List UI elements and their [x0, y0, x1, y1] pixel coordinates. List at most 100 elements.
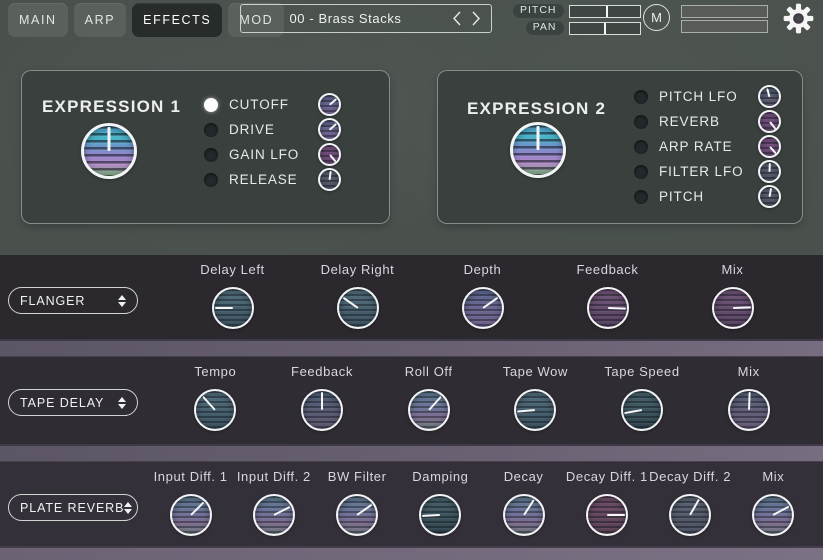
- effects-section: FLANGERDelay LeftDelay RightDepthFeedbac…: [0, 255, 823, 560]
- gain-lfo-radio[interactable]: [204, 148, 218, 162]
- reverb-radio[interactable]: [634, 115, 648, 129]
- mix-label: Mix: [762, 469, 784, 486]
- expression-target-row: ARP RATE: [634, 134, 781, 159]
- expression-title: EXPRESSION 2: [467, 99, 606, 119]
- pitch-radio[interactable]: [634, 190, 648, 204]
- knob-pointer: [766, 88, 770, 97]
- gain-lfo-amount-knob[interactable]: [318, 143, 341, 166]
- pitch-label: PITCH: [513, 4, 564, 18]
- preset-prev-button[interactable]: [450, 10, 464, 28]
- knob-pointer: [523, 499, 534, 515]
- knob-pointer: [517, 409, 535, 413]
- arp-rate-amount-knob[interactable]: [758, 135, 781, 158]
- knob-cell: Tape Wow: [482, 357, 589, 444]
- knob-pointer: [190, 502, 204, 516]
- expression-1-knob[interactable]: [81, 123, 137, 179]
- release-radio[interactable]: [204, 173, 218, 187]
- knob-cell: Decay Diff. 2: [649, 462, 732, 546]
- plate-reverb-effect-selector[interactable]: PLATE REVERB: [8, 494, 138, 521]
- expression-2-knob[interactable]: [510, 122, 566, 178]
- settings-gear-icon[interactable]: [783, 3, 814, 34]
- tape-delay-tape-speed-knob[interactable]: [621, 389, 663, 431]
- tab-effects[interactable]: EFFECTS: [132, 3, 222, 37]
- reverb-amount-knob[interactable]: [758, 110, 781, 133]
- knob-pointer: [748, 392, 751, 410]
- tape-delay-roll-off-knob[interactable]: [408, 389, 450, 431]
- tab-main[interactable]: MAIN: [8, 3, 68, 37]
- filter-lfo-amount-knob[interactable]: [758, 160, 781, 183]
- up-down-arrows-icon: [118, 397, 126, 409]
- arp-rate-radio[interactable]: [634, 140, 648, 154]
- cutoff-amount-knob[interactable]: [318, 93, 341, 116]
- output-bar-1[interactable]: [681, 5, 768, 18]
- plate-reverb-mix-knob[interactable]: [752, 494, 794, 536]
- drive-radio[interactable]: [204, 123, 218, 137]
- expression-knob-wrap: [510, 122, 566, 178]
- knob-pointer: [732, 306, 750, 309]
- plate-reverb-input-diff-2-knob[interactable]: [253, 494, 295, 536]
- knob-cell: Decay Diff. 1: [565, 462, 648, 546]
- knob-pointer: [422, 514, 440, 517]
- preset-arrows: [450, 10, 491, 28]
- expression-knob-wrap: [81, 123, 137, 179]
- plate-reverb-bw-filter-knob[interactable]: [336, 494, 378, 536]
- flanger-delay-left-knob[interactable]: [212, 287, 254, 329]
- row-divider: [0, 339, 823, 357]
- filter-lfo-radio[interactable]: [634, 165, 648, 179]
- pitch-slider[interactable]: [569, 5, 641, 18]
- pitch-lfo-radio[interactable]: [634, 90, 648, 104]
- plate-reverb-decay-diff-2-knob[interactable]: [669, 494, 711, 536]
- plate-reverb-decay-diff-1-knob[interactable]: [586, 494, 628, 536]
- knob-cell: Input Diff. 1: [149, 462, 232, 546]
- pan-slider[interactable]: [569, 22, 641, 35]
- tab-arp[interactable]: ARP: [74, 3, 127, 37]
- flanger-feedback-knob[interactable]: [587, 287, 629, 329]
- expression-target-row: PITCH LFO: [634, 84, 781, 109]
- expression-target-row: GAIN LFO: [204, 142, 341, 167]
- pitch-lfo-amount-knob[interactable]: [758, 85, 781, 108]
- flanger-depth-knob[interactable]: [462, 287, 504, 329]
- delay-left-label: Delay Left: [200, 262, 265, 279]
- cutoff-radio[interactable]: [204, 98, 218, 112]
- drive-label: DRIVE: [229, 122, 318, 137]
- pan-label: PAN: [526, 21, 564, 35]
- tape-delay-tape-wow-knob[interactable]: [514, 389, 556, 431]
- output-bar-2[interactable]: [681, 20, 768, 33]
- tape-delay-feedback-knob[interactable]: [301, 389, 343, 431]
- flanger-mix-knob[interactable]: [712, 287, 754, 329]
- knob-pointer: [769, 121, 775, 129]
- tape-wow-label: Tape Wow: [503, 364, 568, 381]
- plate-reverb-damping-knob[interactable]: [419, 494, 461, 536]
- knob-cell: Feedback: [545, 255, 670, 339]
- release-amount-knob[interactable]: [318, 168, 341, 191]
- tape-delay-mix-knob[interactable]: [728, 389, 770, 431]
- plate-reverb-input-diff-1-knob[interactable]: [170, 494, 212, 536]
- expression-1-panel: EXPRESSION 1CUTOFFDRIVEGAIN LFORELEASE: [21, 70, 390, 224]
- drive-amount-knob[interactable]: [318, 118, 341, 141]
- mix-label: Mix: [721, 262, 743, 279]
- expression-target-row: CUTOFF: [204, 92, 341, 117]
- roll-off-label: Roll Off: [405, 364, 453, 381]
- delay-right-label: Delay Right: [321, 262, 395, 279]
- pitch-slider-handle[interactable]: [606, 6, 608, 17]
- plate-reverb-decay-knob[interactable]: [503, 494, 545, 536]
- flanger-effect-selector[interactable]: FLANGER: [8, 287, 138, 314]
- pitch-row: PITCH: [513, 4, 641, 18]
- knob-cell: Decay: [482, 462, 565, 546]
- tape-delay-tempo-knob[interactable]: [194, 389, 236, 431]
- flanger-delay-right-knob[interactable]: [337, 287, 379, 329]
- pitch-pan-controls: PITCH PAN: [513, 4, 641, 35]
- expression-target-row: REVERB: [634, 109, 781, 134]
- knob-pointer: [537, 126, 540, 150]
- knob-pointer: [769, 188, 772, 197]
- knob-pointer: [689, 499, 700, 516]
- pitch-amount-knob[interactable]: [758, 185, 781, 208]
- preset-next-button[interactable]: [469, 10, 483, 28]
- preset-selector[interactable]: 00 - Brass Stacks: [240, 4, 492, 33]
- tape-delay-effect-selector[interactable]: TAPE DELAY: [8, 389, 138, 416]
- mono-button[interactable]: M: [643, 4, 670, 31]
- expression-target-row: PITCH: [634, 184, 781, 209]
- knob-cell: Delay Right: [295, 255, 420, 339]
- pan-slider-handle[interactable]: [604, 23, 606, 34]
- knob-pointer: [203, 396, 217, 411]
